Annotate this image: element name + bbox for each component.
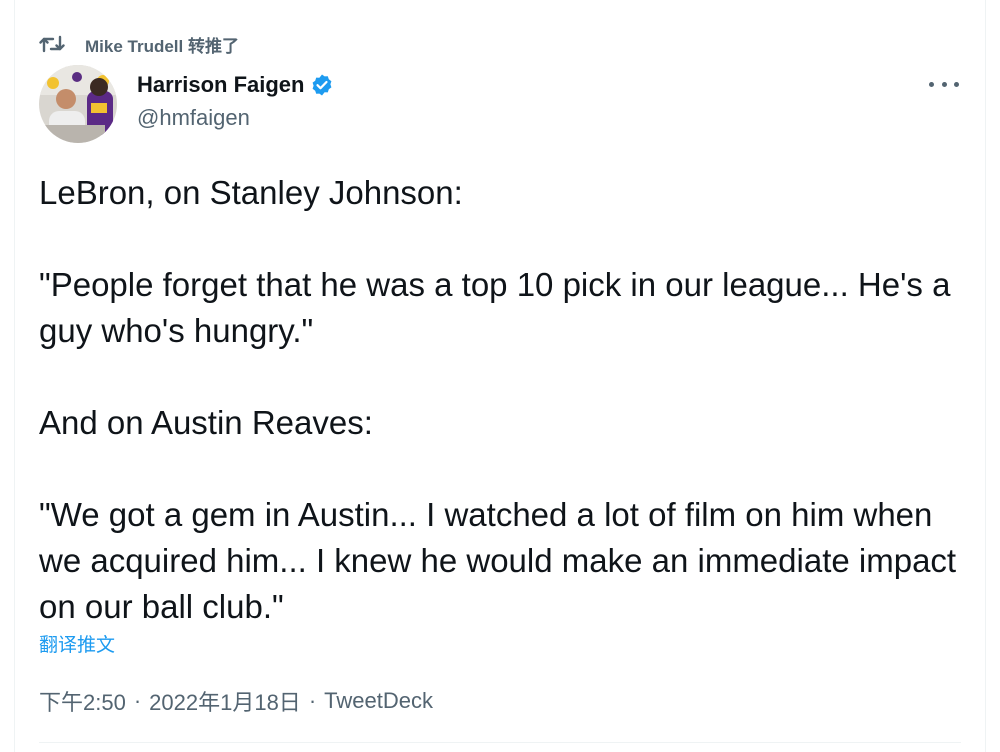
more-options-icon[interactable] xyxy=(929,74,959,94)
tweet-text: LeBron, on Stanley Johnson: "People forg… xyxy=(39,170,969,630)
tweet-time[interactable]: 下午2:50 xyxy=(39,685,126,717)
author-handle[interactable]: @hmfaigen xyxy=(137,103,334,133)
author-name[interactable]: Harrison Faigen xyxy=(137,70,304,100)
translate-tweet-link[interactable]: 翻译推文 xyxy=(39,630,115,657)
avatar[interactable] xyxy=(39,65,117,143)
tweet-date[interactable]: 2022年1月18日 xyxy=(149,685,301,717)
verified-badge-icon xyxy=(310,73,334,97)
tweet-card: Mike Trudell 转推了 Harrison Faigen @hmfaig… xyxy=(14,0,986,752)
retweet-label: Mike Trudell 转推了 xyxy=(85,36,239,56)
meta-separator: · xyxy=(308,688,317,713)
tweet-metadata: 下午2:50 · 2022年1月18日 · TweetDeck xyxy=(39,685,433,717)
tweet-paragraph: And on Austin Reaves: xyxy=(39,404,373,441)
tweet-paragraph: "We got a gem in Austin... I watched a l… xyxy=(39,496,957,625)
tweet-source[interactable]: TweetDeck xyxy=(324,688,433,714)
tweet-paragraph: "People forget that he was a top 10 pick… xyxy=(39,266,951,349)
retweet-context[interactable]: Mike Trudell 转推了 xyxy=(39,31,239,57)
meta-separator: · xyxy=(133,688,142,713)
tweet-paragraph: LeBron, on Stanley Johnson: xyxy=(39,174,463,211)
retweet-icon xyxy=(39,33,67,55)
divider xyxy=(39,742,961,743)
author-info: Harrison Faigen @hmfaigen xyxy=(137,70,334,133)
